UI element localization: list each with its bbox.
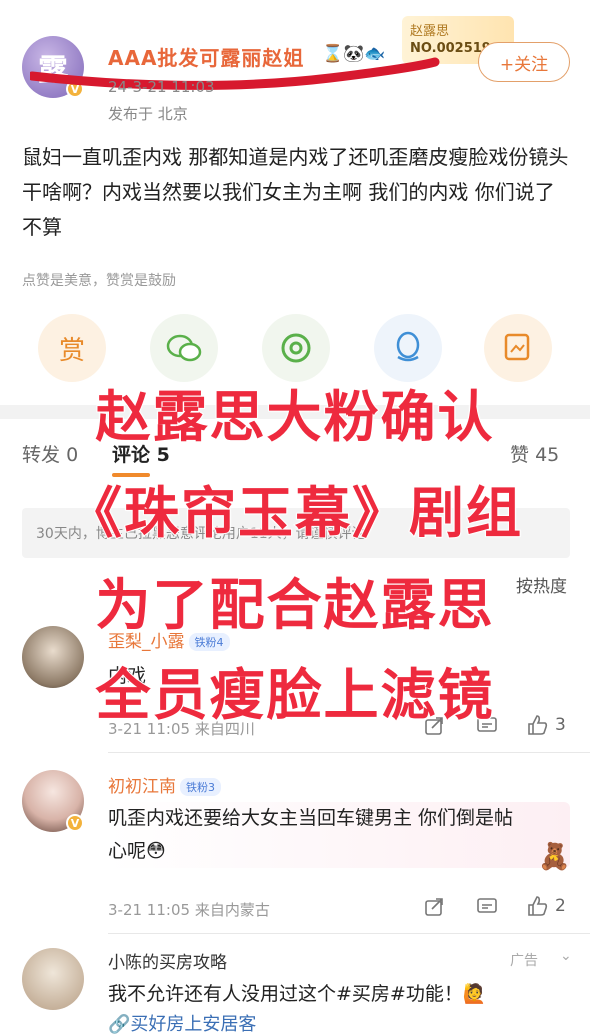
- fan-card-name: 赵露思: [410, 24, 450, 39]
- moments-icon: [281, 333, 311, 363]
- comment-meta: 3-21 11:05 来自内蒙古: [108, 901, 270, 919]
- comment-reply-button[interactable]: [476, 897, 498, 917]
- comment-like-button[interactable]: 2: [526, 895, 566, 917]
- comment-icon: [477, 898, 497, 913]
- overlay-caption-line-4: 全员瘦脸上滤镜: [94, 662, 495, 728]
- reward-icon: 赏: [58, 335, 85, 366]
- ad-avatar[interactable]: [22, 948, 84, 1010]
- overlay-caption-line-2: 《珠帘玉幕》剧组: [66, 480, 523, 546]
- reward-hint: 点赞是美意，赞赏是鼓励: [22, 273, 176, 289]
- ad-text: 我不允许还有人没用过这个#买房#功能！🙋: [108, 983, 487, 1005]
- verified-badge-icon: V: [66, 814, 84, 832]
- comment-divider: [108, 933, 590, 934]
- ad-tag: 广告: [510, 953, 538, 969]
- overlay-caption-line-1: 赵露思大粉确认: [94, 384, 495, 450]
- thumbs-up-icon: [528, 896, 548, 916]
- overlay-caption-line-3: 为了配合赵露思: [94, 572, 495, 638]
- image-download-icon: [504, 333, 530, 361]
- link-icon: 🔗: [108, 1014, 131, 1035]
- follow-button[interactable]: +关注: [478, 42, 570, 82]
- comment-divider: [108, 752, 590, 753]
- bear-sticker-icon: 🧸: [538, 842, 571, 872]
- comment-text: 叽歪内戏还要给大女主当回车键男主 你们倒是帖心呢😳: [108, 802, 570, 868]
- post-location: 发布于 北京: [108, 105, 188, 123]
- wechat-icon: [166, 334, 202, 362]
- post-timestamp: 24-3-21 11:03: [108, 78, 215, 96]
- like-count: 2: [555, 896, 566, 916]
- comment-share-button[interactable]: [424, 897, 444, 917]
- chevron-down-icon[interactable]: ⌄: [560, 948, 572, 964]
- fan-level-badge: 铁粉3: [180, 778, 221, 796]
- ad-author[interactable]: 小陈的买房攻略: [108, 948, 227, 973]
- qq-icon: [396, 331, 420, 362]
- redaction-scribble: [30, 57, 440, 90]
- comment-author[interactable]: 初初江南 铁粉3: [108, 772, 221, 797]
- ad-link[interactable]: 🔗买好房上安居客: [108, 1010, 256, 1036]
- share-icon: [425, 898, 443, 916]
- post-body: 鼠妇一直叽歪内戏 那都知道是内戏了还叽歪磨皮瘦脸戏份镜头干啥啊？内戏当然要以我们…: [22, 145, 569, 239]
